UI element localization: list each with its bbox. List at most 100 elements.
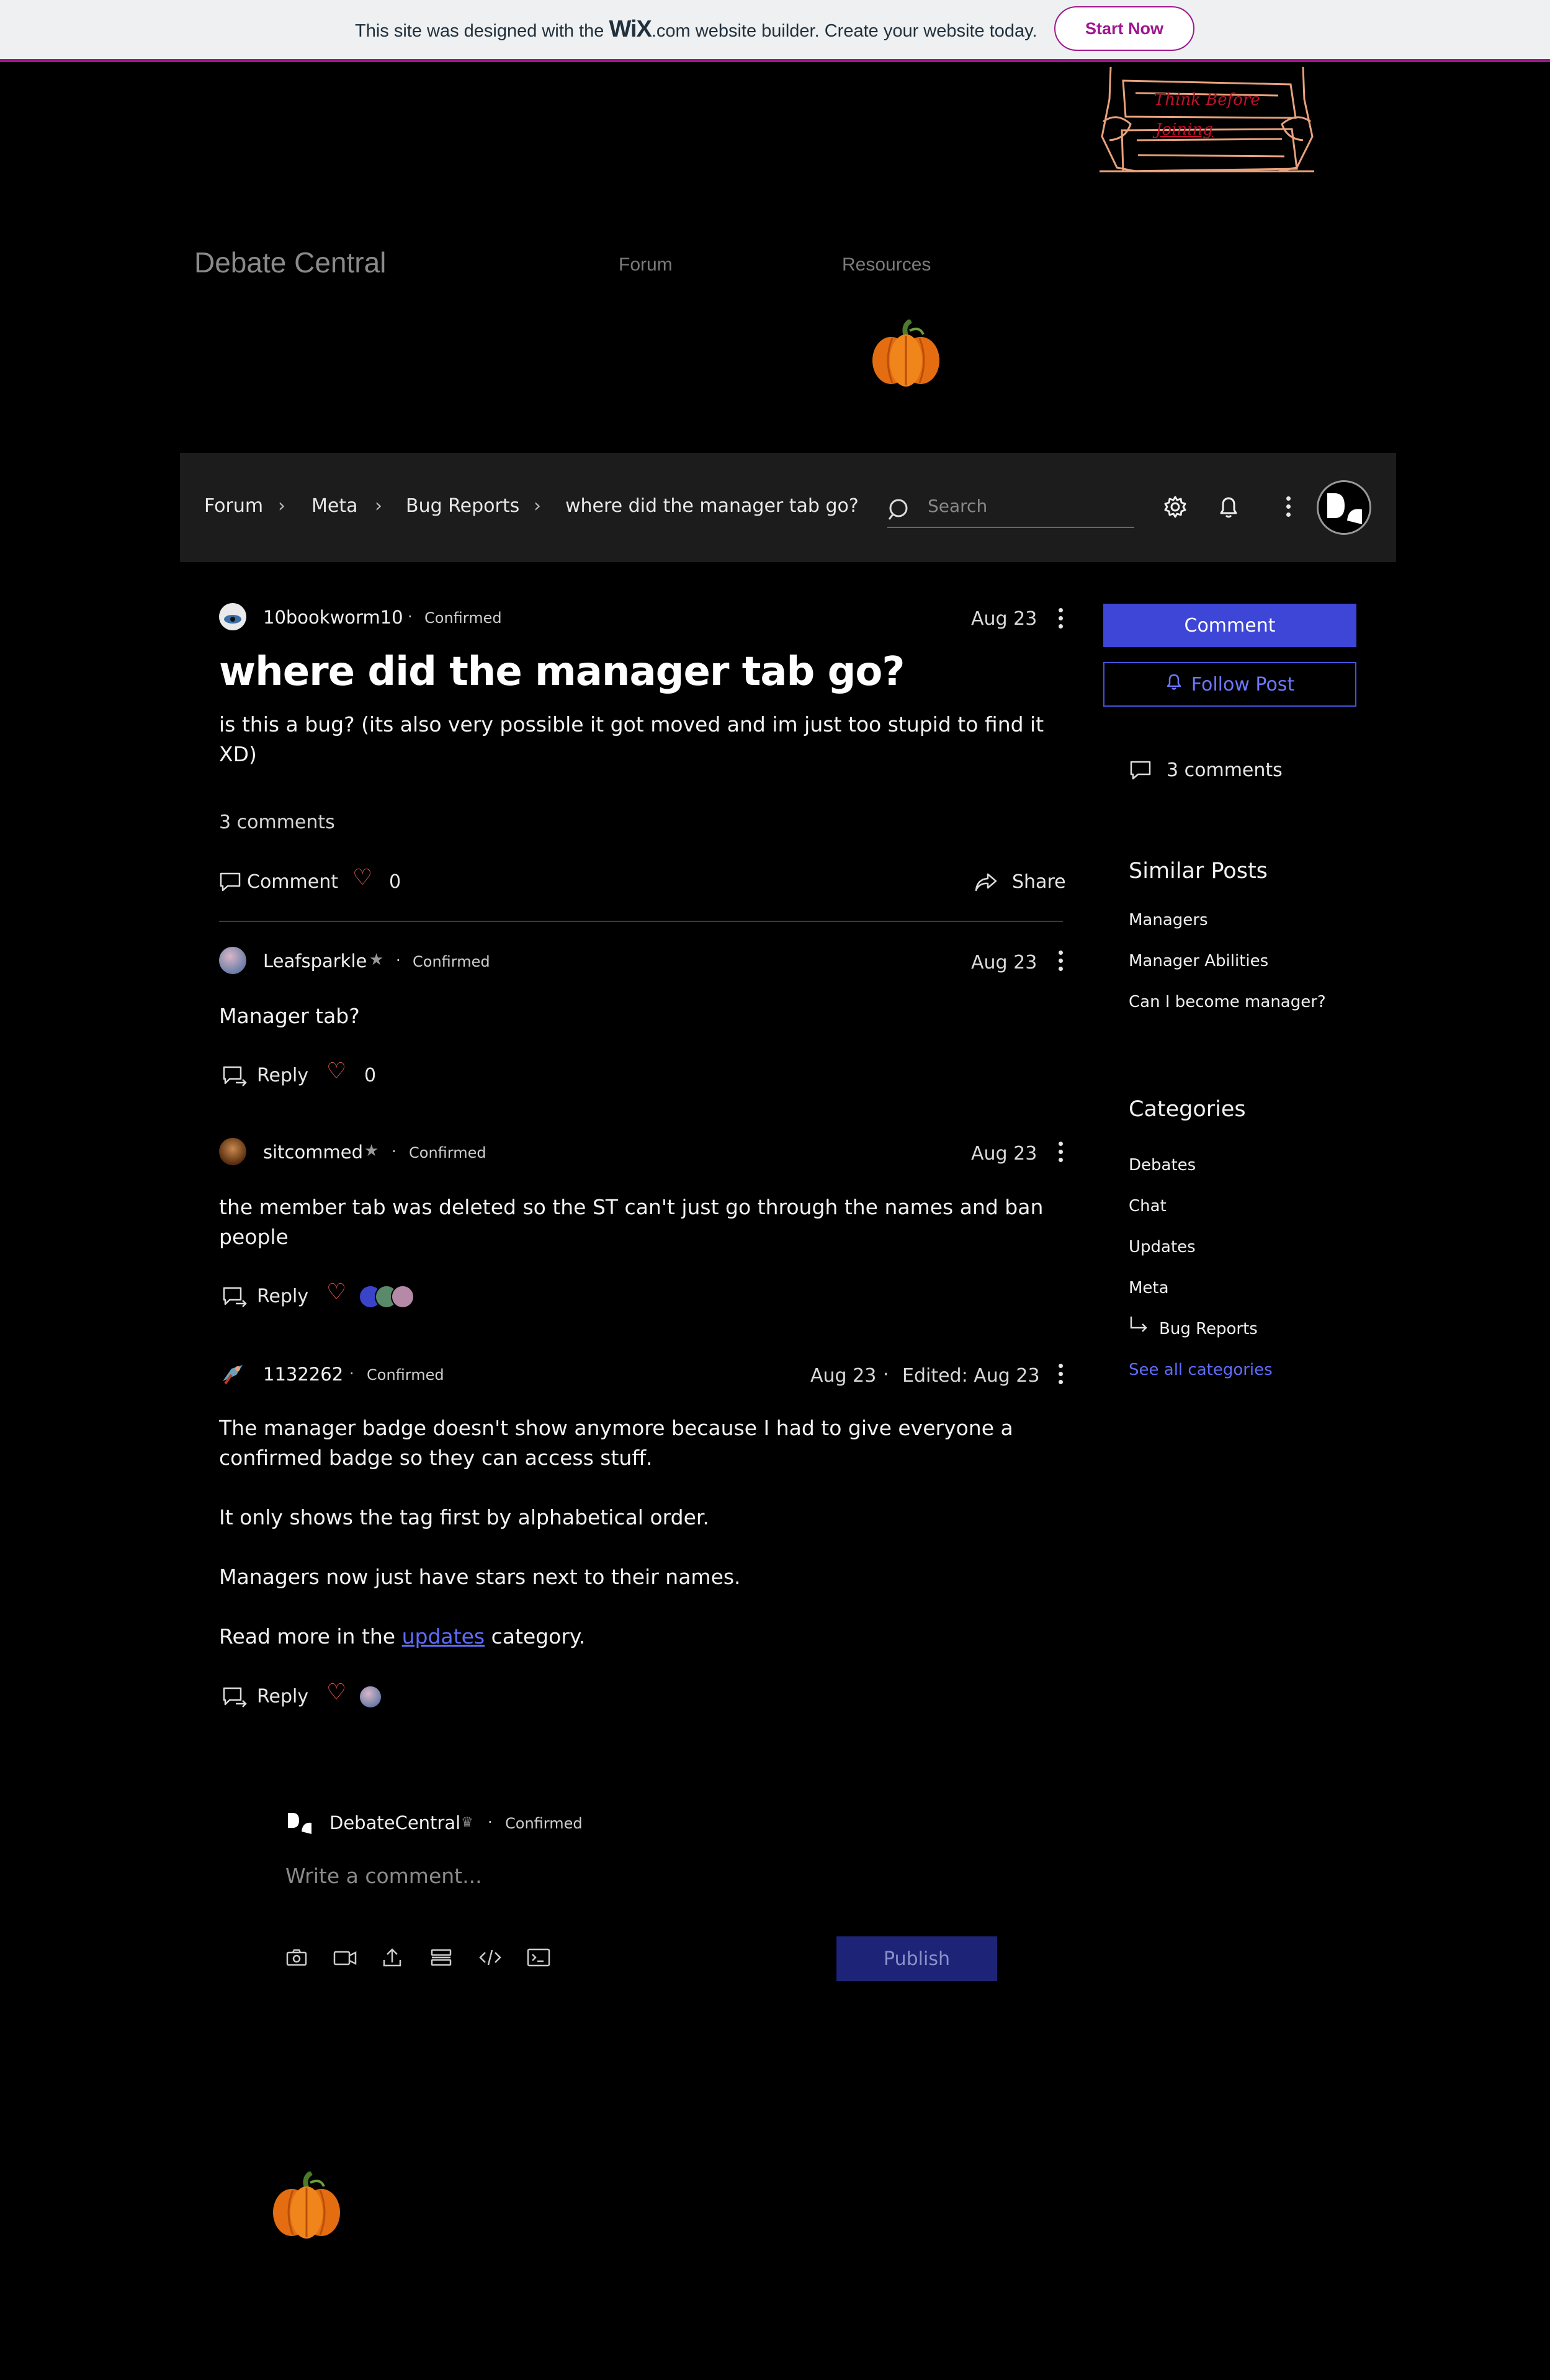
similar-post-link[interactable]: Can I become manager? xyxy=(1129,993,1326,1011)
confirmed-badge: Confirmed xyxy=(367,1366,444,1384)
bell-icon xyxy=(1165,673,1183,696)
updates-link[interactable]: updates xyxy=(402,1624,485,1649)
comment-body: the member tab was deleted so the ST can… xyxy=(219,1195,1044,1249)
embed-icon[interactable] xyxy=(526,1946,551,1971)
similar-posts-heading: Similar Posts xyxy=(1129,859,1268,884)
reply-icon[interactable] xyxy=(222,1685,247,1710)
chevron-right-icon: › xyxy=(534,495,541,517)
breadcrumb-meta[interactable]: Meta xyxy=(311,495,358,517)
comment-paragraph: Managers now just have stars next to the… xyxy=(219,1565,741,1589)
heart-icon[interactable]: ♡ xyxy=(326,1680,346,1705)
comment-more-icon[interactable] xyxy=(1059,1364,1064,1389)
category-link[interactable]: Meta xyxy=(1129,1279,1169,1297)
search-field[interactable]: Search xyxy=(887,493,1134,528)
breadcrumb-forum[interactable]: Forum xyxy=(204,495,263,517)
nav-resources[interactable]: Resources xyxy=(842,254,931,275)
read-more-suffix: category. xyxy=(491,1624,586,1649)
read-more-prefix: Read more in the xyxy=(219,1624,396,1649)
confirmed-badge: Confirmed xyxy=(505,1815,583,1832)
chevron-right-icon: › xyxy=(375,495,382,517)
divider xyxy=(219,921,1063,922)
comment-date: Aug 23 xyxy=(810,1365,877,1387)
comment-date: Aug 23 xyxy=(971,1143,1037,1165)
wix-text-before: This site was designed with the xyxy=(355,21,604,41)
wix-banner-text: This site was designed with the WiX.com … xyxy=(355,16,1037,43)
crown-icon: ♛ xyxy=(461,1815,473,1830)
sidebar-comment-button[interactable]: Comment xyxy=(1103,604,1356,647)
wix-text-after: .com website builder. Create your websit… xyxy=(651,21,1037,41)
composer-avatar xyxy=(285,1809,313,1839)
video-icon[interactable] xyxy=(333,1946,357,1971)
nav-forum[interactable]: Forum xyxy=(619,254,673,275)
category-link-bug-reports[interactable]: Bug Reports xyxy=(1159,1320,1258,1338)
comment-author[interactable]: sitcommed xyxy=(263,1142,363,1163)
separator-dot: · xyxy=(396,952,401,969)
comment-paragraph: The manager badge doesn't show anymore b… xyxy=(219,1416,1013,1470)
upload-icon[interactable] xyxy=(381,1946,403,1971)
more-options-icon[interactable] xyxy=(1286,496,1291,521)
divider-insert-icon[interactable] xyxy=(429,1946,453,1971)
heart-icon[interactable]: ♡ xyxy=(326,1279,346,1305)
share-icon[interactable] xyxy=(974,870,998,895)
comment-more-icon[interactable] xyxy=(1059,951,1064,975)
post-author[interactable]: 10bookworm10 xyxy=(263,607,403,628)
comment-more-icon[interactable] xyxy=(1059,1142,1064,1166)
comment-body: Manager tab? xyxy=(219,1004,360,1028)
post-comment-button[interactable]: Comment xyxy=(247,871,338,893)
avatar[interactable] xyxy=(219,947,246,974)
liker-avatar[interactable] xyxy=(359,1685,382,1709)
comment-icon[interactable] xyxy=(219,870,241,895)
camera-icon[interactable] xyxy=(285,1946,308,1971)
post-date: Aug 23 xyxy=(971,608,1037,630)
reply-button[interactable]: Reply xyxy=(257,1686,308,1707)
separator-dot: · xyxy=(408,608,413,625)
code-icon[interactable] xyxy=(478,1946,503,1971)
category-link[interactable]: Chat xyxy=(1129,1197,1167,1215)
logo-text-1: Think Before xyxy=(1154,91,1260,109)
comment-paragraph: It only shows the tag first by alphabeti… xyxy=(219,1505,709,1529)
avatar[interactable] xyxy=(219,1360,246,1387)
settings-gear-icon[interactable] xyxy=(1162,493,1189,523)
comment-author[interactable]: 1132262 xyxy=(263,1364,343,1385)
bell-icon[interactable] xyxy=(1215,493,1242,523)
comment-input[interactable]: Write a comment... xyxy=(285,1864,482,1888)
see-all-categories-link[interactable]: See all categories xyxy=(1129,1361,1273,1379)
confirmed-badge: Confirmed xyxy=(413,953,490,970)
post-more-icon[interactable] xyxy=(1059,608,1064,633)
logo-text-2: Joining xyxy=(1155,120,1213,139)
wix-logo: WiX xyxy=(609,16,652,42)
reply-icon[interactable] xyxy=(222,1064,247,1089)
separator-dot: · xyxy=(488,1814,493,1831)
search-icon xyxy=(888,499,908,520)
avatar[interactable] xyxy=(219,1138,246,1165)
share-button[interactable]: Share xyxy=(1012,871,1066,893)
wix-banner: This site was designed with the WiX.com … xyxy=(0,0,1550,62)
heart-icon[interactable]: ♡ xyxy=(326,1058,346,1084)
post-likes-count: 0 xyxy=(389,871,401,893)
reply-button[interactable]: Reply xyxy=(257,1286,308,1307)
avatar[interactable] xyxy=(219,603,246,630)
site-title[interactable]: Debate Central xyxy=(194,246,386,279)
star-icon: ★ xyxy=(369,951,384,969)
site-logo[interactable]: Think Before Joining xyxy=(1098,62,1315,174)
reply-icon[interactable] xyxy=(222,1285,247,1310)
similar-post-link[interactable]: Managers xyxy=(1129,911,1208,929)
reply-button[interactable]: Reply xyxy=(257,1065,308,1086)
publish-button[interactable]: Publish xyxy=(836,1936,997,1981)
heart-icon[interactable]: ♡ xyxy=(352,865,372,890)
breadcrumb-bug-reports[interactable]: Bug Reports xyxy=(406,495,519,517)
follow-post-button[interactable]: Follow Post xyxy=(1103,662,1356,707)
category-link[interactable]: Updates xyxy=(1129,1238,1196,1256)
user-avatar[interactable] xyxy=(1317,480,1371,535)
category-link[interactable]: Debates xyxy=(1129,1156,1196,1174)
separator-dot: · xyxy=(349,1365,354,1382)
start-now-button[interactable]: Start Now xyxy=(1054,6,1194,51)
star-icon: ★ xyxy=(364,1142,379,1160)
separator-dot: · xyxy=(392,1143,396,1160)
pumpkin-icon xyxy=(870,318,942,390)
sidebar-comments-count[interactable]: 3 comments xyxy=(1167,759,1283,781)
comment-author[interactable]: Leafsparkle xyxy=(263,951,367,972)
similar-post-link[interactable]: Manager Abilities xyxy=(1129,952,1268,970)
comments-count[interactable]: 3 comments xyxy=(219,812,335,833)
pumpkin-icon xyxy=(271,2170,343,2242)
